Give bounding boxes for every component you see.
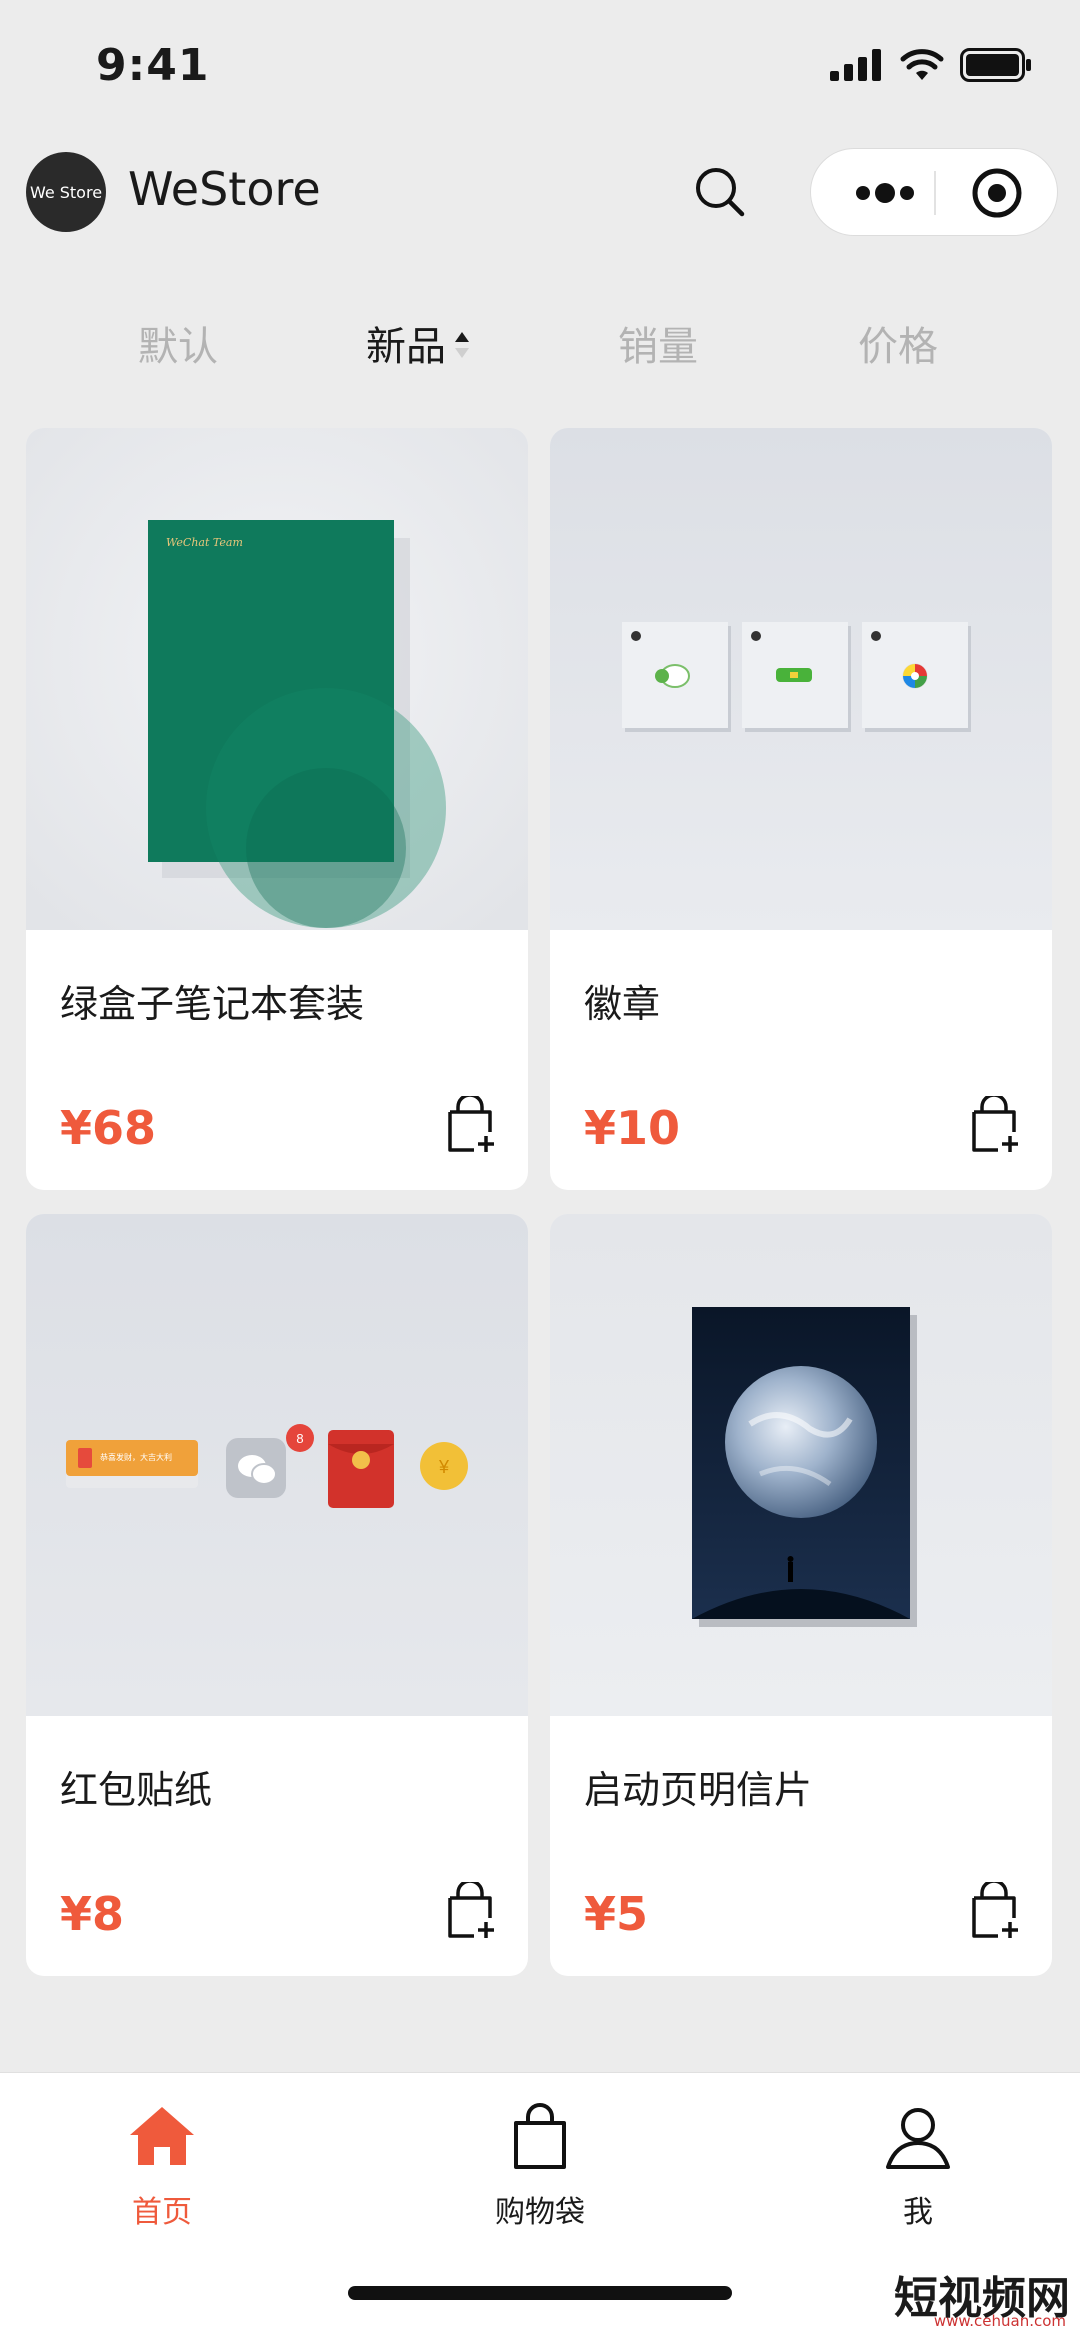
home-indicator[interactable] (348, 2286, 732, 2300)
sort-tab-label: 销量 (618, 324, 698, 370)
nav-header: We Store WeStore (0, 140, 1080, 244)
status-bar: 9:41 (0, 0, 1080, 140)
user-icon (886, 2108, 950, 2169)
sort-tab-new[interactable]: 新品 (318, 314, 518, 372)
badge-card-1 (622, 622, 731, 732)
product-price: ¥5 (584, 1887, 649, 1941)
product-image-red-packet-stickers: 恭喜发财，大吉大利 8 ¥ (26, 1214, 528, 1716)
home-icon (130, 2107, 194, 2165)
product-price: ¥68 (60, 1101, 157, 1155)
capsule-divider (934, 171, 936, 215)
sticker-badge-count: 8 (296, 1431, 303, 1446)
product-card[interactable]: 徽章 ¥10 (550, 428, 1052, 1190)
sticker-yuan-coin: ¥ (420, 1442, 468, 1490)
product-name: 启动页明信片 (584, 1768, 813, 1812)
svg-text:¥: ¥ (438, 1457, 450, 1477)
sort-tab-label: 新品 (366, 324, 446, 370)
tab-shopping-bag[interactable]: 购物袋 (440, 2101, 640, 2231)
sticker-red-envelope (328, 1430, 394, 1508)
wifi-icon (900, 49, 944, 80)
mini-program-capsule (810, 148, 1058, 236)
sort-tab-default[interactable]: 默认 (78, 314, 278, 372)
product-card[interactable]: 启动页明信片 ¥5 (550, 1214, 1052, 1976)
product-image-earth-postcard (550, 1214, 1052, 1716)
signal-icon (830, 49, 881, 81)
product-image-notebook: WeChat Team (26, 428, 528, 930)
badge-card-2 (742, 622, 851, 732)
product-image-badges (550, 428, 1052, 930)
store-logo[interactable]: We Store (26, 152, 106, 232)
sort-arrows-icon (455, 332, 469, 358)
add-to-bag-icon[interactable] (444, 1882, 496, 1940)
tab-me[interactable]: 我 (818, 2101, 1018, 2231)
add-to-bag-icon[interactable] (444, 1096, 496, 1154)
sort-tab-label: 价格 (858, 324, 938, 370)
product-price: ¥10 (584, 1101, 681, 1155)
product-name: 绿盒子笔记本套装 (60, 982, 365, 1026)
product-card[interactable]: WeChat Team 绿盒子笔记本套装 ¥68 (26, 428, 528, 1190)
notebook-box-lettering: WeChat Team (166, 536, 243, 549)
more-dots-icon[interactable] (849, 179, 939, 207)
sort-tab-sales[interactable]: 销量 (558, 314, 758, 372)
product-name: 徽章 (584, 982, 661, 1026)
tab-label: 我 (903, 2195, 933, 2230)
record-circle-icon[interactable] (971, 167, 1023, 219)
status-time: 9:41 (96, 40, 210, 91)
product-card[interactable]: 恭喜发财，大吉大利 8 ¥ 红包贴纸 ¥8 (26, 1214, 528, 1976)
sticker-card-text: 恭喜发财，大吉大利 (100, 1452, 172, 1462)
app-title: WeStore (128, 162, 321, 216)
watermark-url: www.cehuan.com (933, 2312, 1066, 2330)
add-to-bag-icon[interactable] (968, 1882, 1020, 1940)
sort-tab-label: 默认 (138, 324, 218, 370)
sort-tabs: 默认 新品 销量 价格 (0, 300, 1080, 380)
product-name: 红包贴纸 (60, 1768, 213, 1812)
sticker-red-packet-message: 恭喜发财，大吉大利 (66, 1440, 198, 1488)
logo-text: We Store (29, 182, 103, 202)
badge-card-3 (862, 622, 971, 732)
status-icons (830, 48, 1032, 82)
battery-icon (960, 48, 1031, 82)
tab-label: 购物袋 (495, 2195, 585, 2230)
tab-label: 首页 (132, 2195, 192, 2230)
sort-tab-price[interactable]: 价格 (798, 314, 998, 372)
search-icon[interactable] (690, 162, 750, 222)
add-to-bag-icon[interactable] (968, 1096, 1020, 1154)
shopping-bag-icon (514, 2103, 566, 2169)
product-price: ¥8 (60, 1887, 125, 1941)
tab-home[interactable]: 首页 (62, 2101, 262, 2231)
